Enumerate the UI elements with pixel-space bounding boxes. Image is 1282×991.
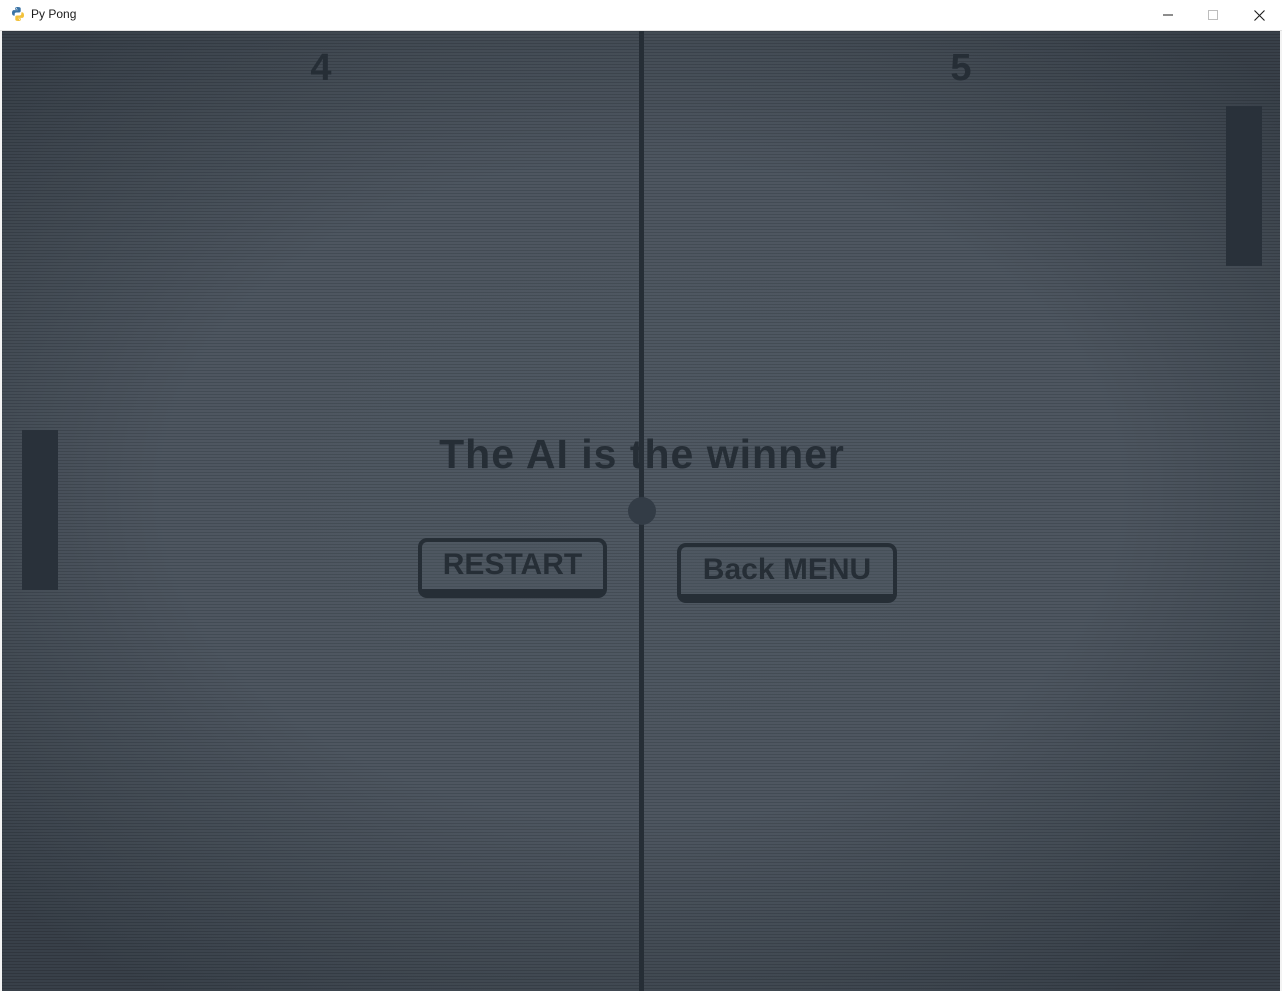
player-score: 4 [310, 47, 332, 89]
restart-button[interactable]: RESTART [418, 538, 607, 598]
maximize-icon [1208, 10, 1218, 20]
title-bar[interactable]: Py Pong [0, 0, 1282, 31]
back-menu-button[interactable]: Back MENU [677, 543, 897, 603]
ball [628, 497, 656, 525]
player-paddle [22, 430, 58, 590]
close-icon [1253, 9, 1265, 21]
window-title: Py Pong [31, 7, 77, 21]
game-canvas[interactable]: 4 5 The AI is the winner RESTART Back ME… [2, 31, 1280, 991]
minimize-button[interactable] [1145, 0, 1191, 30]
winner-message: The AI is the winner [439, 431, 845, 477]
python-icon [10, 6, 26, 22]
minimize-icon [1163, 10, 1173, 20]
ai-paddle [1226, 106, 1262, 266]
maximize-button[interactable] [1190, 0, 1236, 30]
ai-score: 5 [950, 47, 972, 89]
close-button[interactable] [1236, 0, 1282, 30]
app-window: Py Pong 4 5 The AI is the winner RESTART [0, 0, 1282, 991]
